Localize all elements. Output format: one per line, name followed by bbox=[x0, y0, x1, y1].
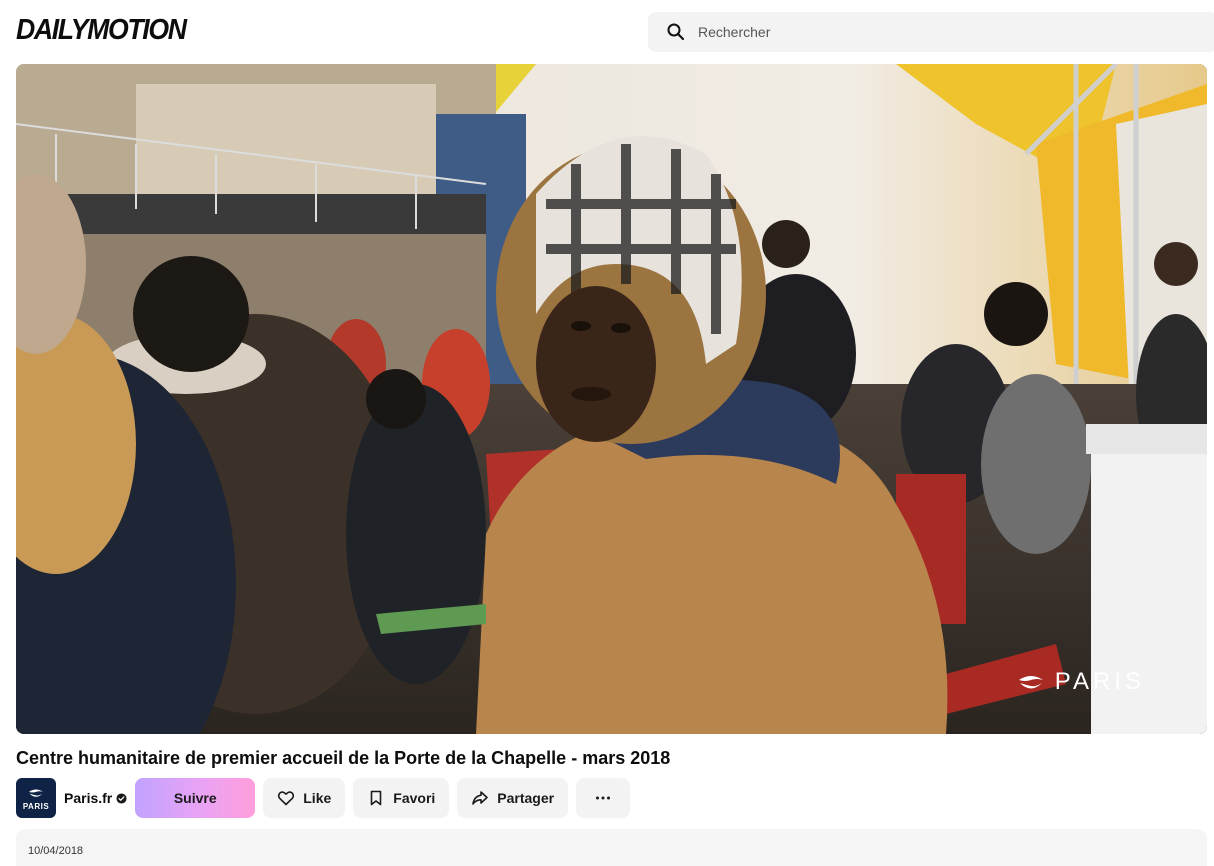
channel-avatar[interactable]: PARIS bbox=[16, 778, 56, 818]
verified-badge-icon bbox=[116, 792, 127, 804]
search-icon bbox=[667, 23, 685, 41]
favorite-button[interactable]: Favori bbox=[353, 778, 450, 818]
paris-watermark: PARIS bbox=[1017, 668, 1145, 696]
dailymotion-logo[interactable]: DAILYMOTION bbox=[16, 14, 187, 47]
bookmark-icon bbox=[370, 790, 382, 806]
share-button[interactable]: Partager bbox=[457, 778, 569, 818]
description-box[interactable]: 10/04/2018 bbox=[16, 829, 1207, 866]
video-player[interactable]: PARIS bbox=[16, 64, 1207, 734]
share-label: Partager bbox=[497, 790, 555, 806]
watermark-text: PARIS bbox=[1054, 668, 1145, 695]
video-actions-bar: PARIS Paris.fr Suivre Like Favori Partag… bbox=[16, 778, 631, 818]
search-bar[interactable] bbox=[648, 12, 1214, 52]
video-title: Centre humanitaire de premier accueil de… bbox=[16, 748, 671, 768]
heart-icon bbox=[278, 791, 295, 806]
share-arrow-icon bbox=[472, 791, 489, 805]
paris-boat-logo-icon bbox=[29, 789, 43, 797]
more-options-button[interactable] bbox=[576, 778, 631, 818]
video-frame-image bbox=[16, 64, 1207, 734]
favorite-label: Favori bbox=[393, 790, 436, 806]
like-label: Like bbox=[303, 790, 332, 806]
more-horizontal-icon bbox=[596, 796, 611, 800]
channel-name: Paris.fr bbox=[64, 790, 113, 806]
channel-avatar-text: PARIS bbox=[22, 801, 50, 811]
search-input[interactable] bbox=[698, 24, 1158, 40]
follow-button[interactable]: Suivre bbox=[135, 778, 256, 818]
publish-date: 10/04/2018 bbox=[28, 845, 84, 857]
like-button[interactable]: Like bbox=[263, 778, 346, 818]
paris-boat-logo-icon bbox=[1018, 676, 1043, 689]
channel-name-link[interactable]: Paris.fr bbox=[64, 790, 127, 806]
